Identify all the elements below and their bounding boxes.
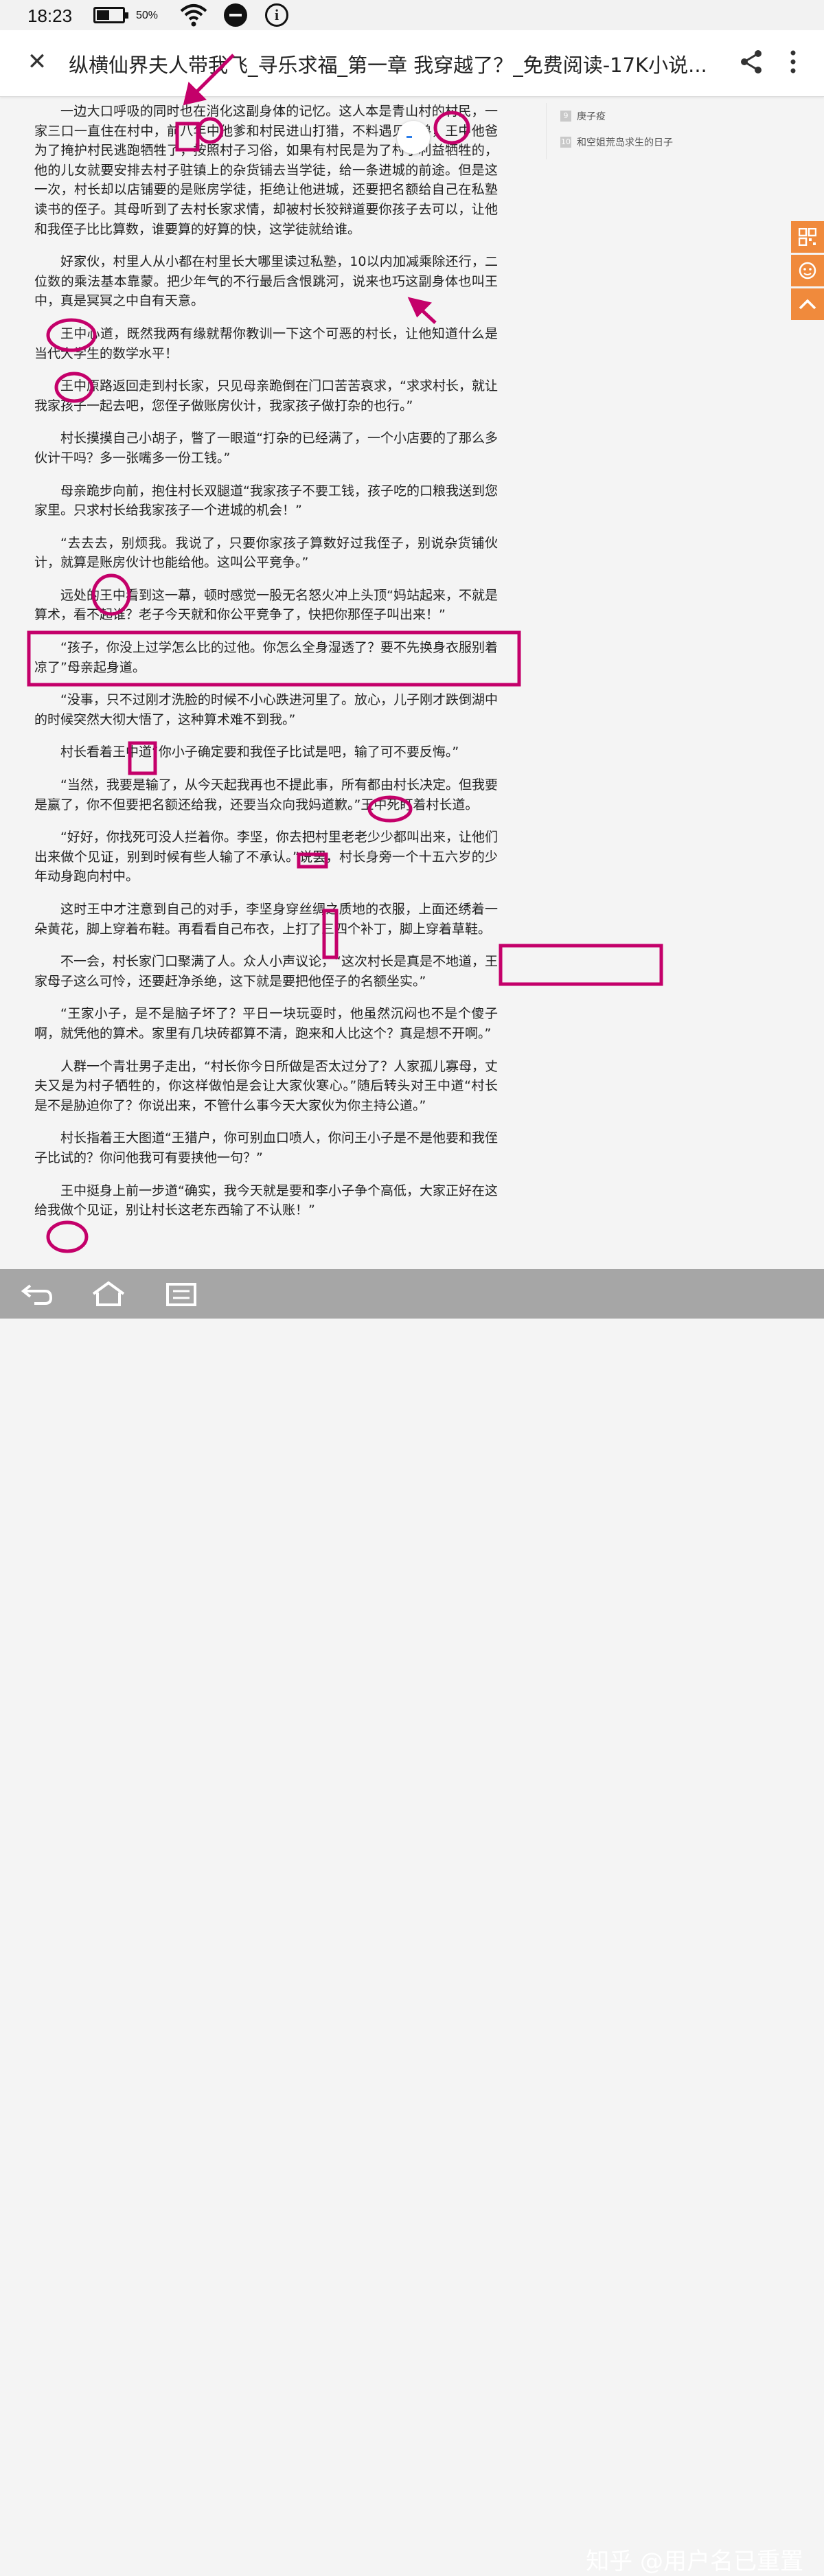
article-paragraph: “孩子，你没上过学怎么比的过他。你怎么全身湿透了？要不先换身衣服别着凉了”母亲起… — [34, 640, 498, 675]
article-paragraph: “王家小子，是不是脑子坏了？平日一块玩耍时，他虽然沉闷也不是个傻子啊，就凭他的算… — [34, 1006, 498, 1041]
page-title: 纵横仙界夫人带我飞_寻乐求福_第一章 我穿越了？_免费阅读-17K小说... — [69, 54, 707, 77]
status-bar: 18:23 50% i — [0, 0, 824, 30]
home-icon[interactable] — [89, 1280, 128, 1308]
article-paragraph: 村长看着王中道“你小子确定要和我侄子比试是吧，输了可不要反悔。” — [60, 744, 459, 760]
close-icon[interactable]: ✕ — [26, 50, 48, 73]
article-paragraph: 村长摸摸自己小胡子，瞥了一眼道“打杂的已经满了，一个小店要的了那么多伙计干吗？多… — [34, 431, 498, 466]
list-item-title: 和空姐荒岛求生的日子 — [577, 137, 673, 148]
article-paragraph: “好好，你找死可没人拦着你。李坚，你去把村里老老少少都叫出来，让他们出来做个见证… — [34, 830, 498, 885]
article-paragraph: 一边大口呼吸的同时也在消化这副身体的记忆。这人本是青山村的村民，一家三口一直住在… — [34, 104, 498, 237]
watermark: 知乎 @用户名已重置 — [586, 2548, 803, 2575]
back-to-top-icon[interactable] — [791, 288, 824, 320]
list-item-title: 庚子疫 — [577, 111, 606, 122]
customer-service-icon[interactable] — [791, 255, 824, 286]
article-paragraph: 这时王中才注意到自己的对手，李坚身穿丝绸之质地的衣服，上面还绣着一朵黄花，脚上穿… — [34, 902, 498, 937]
recent-apps-icon[interactable] — [162, 1280, 201, 1308]
status-time: 18:23 — [27, 5, 73, 26]
annotation-box — [499, 944, 663, 986]
article-paragraph: “没事，只不过刚才洗脸的时候不小心跌进河里了。放心，儿子刚才跌倒湖中的时候突然大… — [34, 692, 498, 727]
article-paragraph: 好家伙，村里人从小都在村里长大哪里读过私塾，10以内加减乘除还行，二位数的乘法基… — [34, 254, 498, 309]
article-paragraph: 王中心道，既然我两有缘就帮你教训一下这个可恶的村长，让他知道什么是当代大学生的数… — [34, 326, 498, 361]
floating-toolbar — [791, 221, 824, 322]
article-paragraph: 不一会，村长家门口聚满了人。众人小声议论，“这次村长是真是不地道，王家母子这么可… — [34, 954, 498, 989]
app-bar: ✕ 纵横仙界夫人带我飞_寻乐求福_第一章 我穿越了？_免费阅读-17K小说... — [0, 30, 824, 97]
article-paragraph: 村长指着王大图道“王猎户，你可别血口喷人，你问王小子是不是他要和我侄子比试的？你… — [34, 1130, 498, 1165]
article-paragraph: 远处的王中看到这一幕，顿时感觉一股无名怒火冲上头顶“妈站起来，不就是算术，看不起… — [34, 587, 498, 623]
battery-icon — [93, 7, 128, 23]
system-nav-bar: 知乎 @用户名已重置 — [0, 1269, 824, 2575]
article-paragraph: 王中挺身上前一步道“确实，我今天就是要和李小子争个高低，大家正好在这给我做个见证… — [34, 1183, 498, 1218]
article-paragraph: 母亲跪步向前，抱住村长双腿道“我家孩子不要工钱，孩子吃的口粮我送到您家里。只求村… — [34, 483, 498, 518]
list-item[interactable]: 9 庚子疫 — [560, 103, 698, 129]
info-icon: i — [265, 3, 288, 27]
list-item[interactable]: 10 和空姐荒岛求生的日子 — [560, 129, 698, 155]
list-item-rank: 10 — [560, 137, 571, 148]
article-paragraph: “当然，我要是输了，从今天起我再也不提此事，所有都由村长决定。但我要是赢了，你不… — [34, 777, 498, 812]
do-not-disturb-icon — [224, 3, 247, 27]
article-paragraph: “去去去，别烦我。我说了，只要你家孩子算数好过我侄子，别说杂货铺伙计，就算是账房… — [34, 535, 498, 571]
more-vert-icon[interactable] — [781, 48, 805, 76]
list-item-rank: 9 — [560, 111, 571, 122]
article-paragraph: 人群一个青壮男子走出，“村长你今日所做是否太过分了？人家孤儿寡母，丈夫又是为村子… — [34, 1058, 498, 1113]
share-icon[interactable] — [737, 48, 765, 76]
article-body: 一边大口呼吸的同时也在消化这副身体的记忆。这人本是青山村的村民，一家三口一直住在… — [34, 102, 498, 1233]
back-icon[interactable] — [18, 1280, 56, 1308]
qr-code-icon[interactable] — [791, 221, 824, 253]
loading-spinner — [397, 121, 430, 154]
article-paragraph: 王中原路返回走到村长家，只见母亲跪倒在门口苦苦哀求，“求求村长，就让我家孩子一起… — [34, 378, 498, 413]
battery-percent: 50% — [136, 10, 159, 21]
recommend-list: 9 庚子疫 10 和空姐荒岛求生的日子 — [546, 103, 698, 159]
wifi-icon — [180, 4, 207, 27]
